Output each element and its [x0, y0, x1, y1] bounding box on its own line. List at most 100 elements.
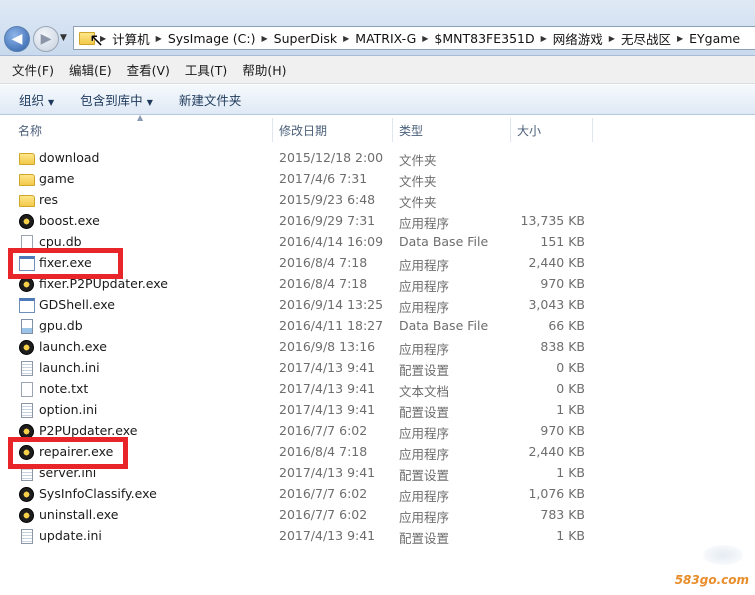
file-row[interactable]: option.ini 2017/4/13 9:41 配置设置 1 KB: [0, 400, 755, 421]
breadcrumb-item[interactable]: $MNT83FE351D: [430, 31, 538, 46]
file-type: 配置设置: [399, 531, 450, 546]
file-date: 2016/7/7 6:02: [279, 507, 368, 522]
file-type: 应用程序: [399, 258, 450, 273]
chevron-right-icon[interactable]: ▶: [607, 34, 617, 43]
file-type: 应用程序: [399, 342, 450, 357]
file-date: 2017/4/13 9:41: [279, 360, 376, 375]
column-header-type[interactable]: 类型: [393, 118, 511, 142]
file-type: 配置设置: [399, 405, 450, 420]
file-list: download 2015/12/18 2:00 文件夹 game 2017/4/6 7…: [0, 148, 755, 547]
file-size: 1,076 KB: [528, 486, 585, 501]
highlight-box: [8, 437, 128, 469]
file-date: 2016/9/29 7:31: [279, 213, 376, 228]
app-icon: [19, 508, 34, 523]
menu-bar: 文件(F) 编辑(E) 查看(V) 工具(T) 帮助(H): [0, 56, 755, 84]
recent-pages-dropdown[interactable]: ▼: [60, 33, 67, 43]
file-row[interactable]: boost.exe 2016/9/29 7:31 应用程序 13,735 KB: [0, 211, 755, 232]
file-name: boost.exe: [39, 213, 100, 228]
file-row[interactable]: SysInfoClassify.exe 2016/7/7 6:02 应用程序 1,07…: [0, 484, 755, 505]
folder-icon: [19, 195, 35, 207]
file-date: 2017/4/13 9:41: [279, 528, 376, 543]
include-in-library-button[interactable]: 包含到库中 ▼: [80, 90, 153, 109]
organize-button[interactable]: 组织 ▼: [19, 90, 54, 109]
file-date: 2017/4/13 9:41: [279, 465, 376, 480]
file-name: update.ini: [39, 528, 102, 543]
file-row[interactable]: res 2015/9/23 6:48 文件夹: [0, 190, 755, 211]
file-type: 文本文档: [399, 384, 450, 399]
file-size: 151 KB: [540, 234, 585, 249]
file-name: cpu.db: [39, 234, 82, 249]
file-date: 2016/7/7 6:02: [279, 486, 368, 501]
file-size: 0 KB: [556, 360, 585, 375]
file-date: 2017/4/13 9:41: [279, 381, 376, 396]
file-size: 13,735 KB: [520, 213, 585, 228]
file-name: gpu.db: [39, 318, 83, 333]
menu-help[interactable]: 帮助(H): [242, 60, 286, 79]
breadcrumb-item[interactable]: 无尽战区: [617, 29, 675, 48]
menu-tools[interactable]: 工具(T): [185, 60, 227, 79]
menu-file[interactable]: 文件(F): [12, 60, 54, 79]
file-date: 2017/4/6 7:31: [279, 171, 368, 186]
menu-view[interactable]: 查看(V): [127, 60, 170, 79]
file-type: 应用程序: [399, 489, 450, 504]
file-name: note.txt: [39, 381, 89, 396]
file-type: 应用程序: [399, 279, 450, 294]
chevron-right-icon[interactable]: ▶: [341, 34, 351, 43]
settings-file-icon: [21, 361, 33, 376]
arrow-right-icon: ▶: [40, 31, 52, 47]
file-date: 2016/7/7 6:02: [279, 423, 368, 438]
file-date: 2016/9/14 13:25: [279, 297, 384, 312]
back-button[interactable]: ◀: [4, 26, 30, 52]
breadcrumb-item[interactable]: MATRIX-G: [351, 31, 420, 46]
file-row[interactable]: launch.ini 2017/4/13 9:41 配置设置 0 KB: [0, 358, 755, 379]
breadcrumb[interactable]: ▶ 计算机 ▶ SysImage (C:) ▶ SuperDisk ▶ MATR…: [73, 26, 755, 50]
file-type: 应用程序: [399, 447, 450, 462]
settings-file-icon: [21, 403, 33, 418]
watermark-logo: [703, 545, 743, 565]
file-row[interactable]: uninstall.exe 2016/7/7 6:02 应用程序 783 KB: [0, 505, 755, 526]
file-type: Data Base File: [399, 318, 489, 333]
file-type: Data Base File: [399, 234, 489, 249]
column-header-size[interactable]: 大小: [511, 118, 593, 142]
breadcrumb-item[interactable]: 计算机: [108, 29, 154, 48]
file-row[interactable]: download 2015/12/18 2:00 文件夹: [0, 148, 755, 169]
file-row[interactable]: gpu.db 2016/4/11 18:27 Data Base File 66 KB: [0, 316, 755, 337]
file-date: 2016/4/11 18:27: [279, 318, 384, 333]
folder-icon: [19, 153, 35, 165]
file-name: res: [39, 192, 59, 207]
chevron-right-icon[interactable]: ▶: [675, 34, 685, 43]
file-date: 2016/8/4 7:18: [279, 276, 368, 291]
file-date: 2016/9/8 13:16: [279, 339, 376, 354]
file-row[interactable]: game 2017/4/6 7:31 文件夹: [0, 169, 755, 190]
file-row[interactable]: GDShell.exe 2016/9/14 13:25 应用程序 3,043 KB: [0, 295, 755, 316]
file-type: 应用程序: [399, 510, 450, 525]
file-name: P2PUpdater.exe: [39, 423, 138, 438]
watermark-text: 583go.com: [674, 573, 749, 587]
file-name: download: [39, 150, 100, 165]
app-icon: [19, 277, 34, 292]
breadcrumb-item[interactable]: SysImage (C:): [164, 31, 260, 46]
file-date: 2017/4/13 9:41: [279, 402, 376, 417]
file-date: 2016/8/4 7:18: [279, 255, 368, 270]
file-row[interactable]: update.ini 2017/4/13 9:41 配置设置 1 KB: [0, 526, 755, 547]
chevron-right-icon[interactable]: ▶: [260, 34, 270, 43]
file-name: launch.exe: [39, 339, 107, 354]
new-folder-button[interactable]: 新建文件夹: [179, 90, 242, 109]
document-icon: [21, 382, 33, 397]
column-header-name[interactable]: 名称: [12, 118, 273, 142]
chevron-right-icon[interactable]: ▶: [539, 34, 549, 43]
chevron-right-icon[interactable]: ▶: [420, 34, 430, 43]
column-header-date[interactable]: 修改日期: [273, 118, 393, 142]
breadcrumb-item[interactable]: SuperDisk: [270, 31, 341, 46]
database-icon: [21, 319, 33, 334]
file-type: 应用程序: [399, 300, 450, 315]
file-row[interactable]: launch.exe 2016/9/8 13:16 应用程序 838 KB: [0, 337, 755, 358]
file-row[interactable]: note.txt 2017/4/13 9:41 文本文档 0 KB: [0, 379, 755, 400]
file-date: 2016/4/14 16:09: [279, 234, 384, 249]
file-name: SysInfoClassify.exe: [39, 486, 157, 501]
menu-edit[interactable]: 编辑(E): [69, 60, 112, 79]
chevron-right-icon[interactable]: ▶: [154, 34, 164, 43]
breadcrumb-item[interactable]: 网络游戏: [549, 29, 607, 48]
breadcrumb-item[interactable]: EYgame: [685, 31, 744, 46]
forward-button[interactable]: ▶: [33, 26, 59, 52]
